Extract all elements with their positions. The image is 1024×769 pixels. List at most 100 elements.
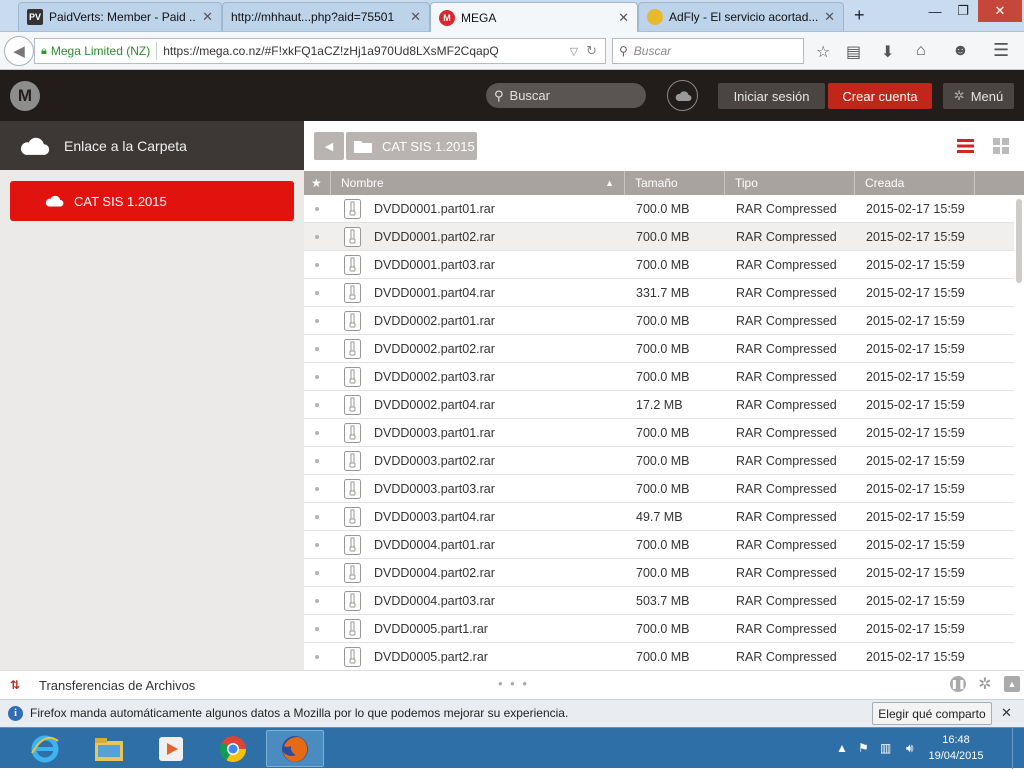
create-account-button[interactable]: Crear cuenta — [828, 83, 932, 109]
bookmark-star-icon[interactable]: ☆ — [816, 42, 830, 62]
breadcrumb-folder[interactable]: CAT SIS 1.2015 — [346, 132, 477, 160]
table-row[interactable]: DVDD0003.part04.rar 49.7 MB RAR Compressed… — [304, 503, 1014, 531]
media-player-icon[interactable] — [142, 730, 200, 767]
list-view-icon[interactable] — [957, 139, 974, 153]
login-button[interactable]: Iniciar sesión — [718, 83, 825, 109]
hamburger-menu-icon[interactable]: ☰ — [993, 40, 1009, 61]
file-name[interactable]: DVDD0002.part01.rar — [374, 314, 495, 328]
file-name[interactable]: DVDD0003.part03.rar — [374, 482, 495, 496]
row-star-dot[interactable] — [315, 346, 319, 351]
show-desktop-button[interactable] — [1012, 728, 1024, 769]
file-name[interactable]: DVDD0002.part02.rar — [374, 342, 495, 356]
chat-icon[interactable]: ☻ — [952, 42, 969, 60]
dropdown-arrow-icon[interactable]: ▽ — [570, 45, 578, 58]
table-row[interactable]: DVDD0001.part03.rar 700.0 MB RAR Compresse… — [304, 251, 1014, 279]
table-row[interactable]: DVDD0002.part02.rar 700.0 MB RAR Compresse… — [304, 335, 1014, 363]
column-header-star[interactable]: ★ — [304, 171, 331, 195]
row-star-dot[interactable] — [315, 262, 319, 267]
table-row[interactable]: DVDD0001.part04.rar 331.7 MB RAR Compresse… — [304, 279, 1014, 307]
reload-icon[interactable]: ↻ — [586, 43, 597, 59]
close-tab-icon[interactable]: ✕ — [410, 9, 421, 25]
file-name[interactable]: DVDD0001.part02.rar — [374, 230, 495, 244]
row-star-dot[interactable] — [315, 430, 319, 435]
cloud-drive-button[interactable] — [667, 80, 698, 111]
column-header-name[interactable]: Nombre ▲ — [331, 171, 625, 195]
close-tab-icon[interactable]: ✕ — [202, 9, 213, 25]
home-icon[interactable]: ⌂ — [916, 42, 926, 60]
file-name[interactable]: DVDD0003.part02.rar — [374, 454, 495, 468]
row-star-dot[interactable] — [315, 570, 319, 575]
column-header-size[interactable]: Tamaño — [625, 171, 725, 195]
table-row[interactable]: DVDD0003.part03.rar 700.0 MB RAR Compresse… — [304, 475, 1014, 503]
internet-explorer-icon[interactable] — [16, 730, 74, 767]
file-name[interactable]: DVDD0003.part04.rar — [374, 510, 495, 524]
file-name[interactable]: DVDD0001.part04.rar — [374, 286, 495, 300]
column-header-created[interactable]: Creada — [855, 171, 975, 195]
row-star-dot[interactable] — [315, 542, 319, 547]
table-row[interactable]: DVDD0003.part01.rar 700.0 MB RAR Compresse… — [304, 419, 1014, 447]
file-name[interactable]: DVDD0005.part1.rar — [374, 622, 488, 636]
url-bar[interactable]: 🔒︎ Mega Limited (NZ) https://mega.co.nz/… — [34, 38, 606, 64]
chrome-icon[interactable] — [204, 730, 262, 767]
minimize-icon[interactable]: — — [920, 0, 950, 22]
file-name[interactable]: DVDD0002.part04.rar — [374, 398, 495, 412]
mega-search-input[interactable]: ⚲ Buscar — [486, 83, 646, 108]
restore-icon[interactable]: ❐ — [948, 0, 978, 22]
row-star-dot[interactable] — [315, 318, 319, 323]
settings-gear-icon[interactable]: ✲ — [977, 676, 993, 693]
firefox-icon[interactable] — [266, 730, 324, 767]
file-name[interactable]: DVDD0004.part01.rar — [374, 538, 495, 552]
show-hidden-icons-arrow[interactable]: ▲ — [836, 741, 848, 755]
volume-icon[interactable]: 🔊︎ — [906, 741, 914, 756]
site-identity[interactable]: Mega Limited (NZ) — [51, 44, 150, 58]
transfers-label[interactable]: Transferencias de Archivos — [39, 678, 195, 693]
download-icon[interactable]: ⬇ — [881, 42, 894, 62]
table-row[interactable]: DVDD0003.part02.rar 700.0 MB RAR Compresse… — [304, 447, 1014, 475]
sidebar-item-cat-sis[interactable]: CAT SIS 1.2015 — [10, 181, 294, 221]
row-star-dot[interactable] — [315, 598, 319, 603]
file-name[interactable]: DVDD0003.part01.rar — [374, 426, 495, 440]
file-name[interactable]: DVDD0002.part03.rar — [374, 370, 495, 384]
table-row[interactable]: DVDD0004.part03.rar 503.7 MB RAR Compresse… — [304, 587, 1014, 615]
close-tab-icon[interactable]: ✕ — [618, 10, 629, 26]
pause-icon[interactable]: ❚❚ — [950, 676, 966, 692]
system-clock[interactable]: 16:48 19/04/2015 — [928, 732, 984, 764]
file-name[interactable]: DVDD0004.part03.rar — [374, 594, 495, 608]
row-star-dot[interactable] — [315, 402, 319, 407]
table-row[interactable]: DVDD0002.part04.rar 17.2 MB RAR Compressed… — [304, 391, 1014, 419]
browser-search-input[interactable]: ⚲ Buscar — [612, 38, 804, 64]
row-star-dot[interactable] — [315, 626, 319, 631]
bookmarks-list-icon[interactable]: ▤ — [846, 42, 861, 62]
file-name[interactable]: DVDD0001.part03.rar — [374, 258, 495, 272]
breadcrumb-back-button[interactable]: ◀ — [314, 132, 344, 160]
file-explorer-icon[interactable] — [80, 730, 138, 767]
choose-what-to-share-button[interactable]: Elegir qué comparto — [872, 702, 992, 725]
network-icon[interactable]: ▥ — [880, 741, 891, 755]
row-star-dot[interactable] — [315, 654, 319, 659]
row-star-dot[interactable] — [315, 234, 319, 239]
new-tab-button[interactable]: + — [854, 5, 865, 26]
file-name[interactable]: DVDD0004.part02.rar — [374, 566, 495, 580]
expand-panel-icon[interactable]: ▲ — [1004, 676, 1020, 692]
row-star-dot[interactable] — [315, 458, 319, 463]
url-text[interactable]: https://mega.co.nz/#F!xkFQ1aCZ!zHj1a970U… — [163, 44, 569, 58]
table-row[interactable]: DVDD0002.part01.rar 700.0 MB RAR Compresse… — [304, 307, 1014, 335]
table-row[interactable]: DVDD0005.part2.rar 700.0 MB RAR Compressed… — [304, 643, 1014, 670]
mega-menu-button[interactable]: ✲ Menú — [943, 83, 1014, 109]
row-star-dot[interactable] — [315, 206, 319, 211]
action-center-flag-icon[interactable]: ⚑ — [858, 741, 869, 755]
row-star-dot[interactable] — [315, 290, 319, 295]
scrollbar-thumb[interactable] — [1016, 199, 1022, 283]
close-tab-icon[interactable]: ✕ — [824, 9, 835, 25]
row-star-dot[interactable] — [315, 514, 319, 519]
scrollbar[interactable] — [1014, 195, 1024, 670]
file-name[interactable]: DVDD0005.part2.rar — [374, 650, 488, 664]
tab-mega[interactable]: M MEGA ✕ — [430, 2, 638, 32]
column-header-type[interactable]: Tipo — [725, 171, 855, 195]
table-row[interactable]: DVDD0001.part01.rar 700.0 MB RAR Compresse… — [304, 195, 1014, 223]
tab-mhhaut[interactable]: http://mhhaut...php?aid=75501 ✕ — [222, 2, 430, 31]
close-notification-icon[interactable]: ✕ — [1001, 705, 1012, 721]
window-close-icon[interactable]: ✕ — [978, 0, 1022, 22]
row-star-dot[interactable] — [315, 374, 319, 379]
tab-adfly[interactable]: AdFly - El servicio acortad... ✕ — [638, 2, 844, 31]
